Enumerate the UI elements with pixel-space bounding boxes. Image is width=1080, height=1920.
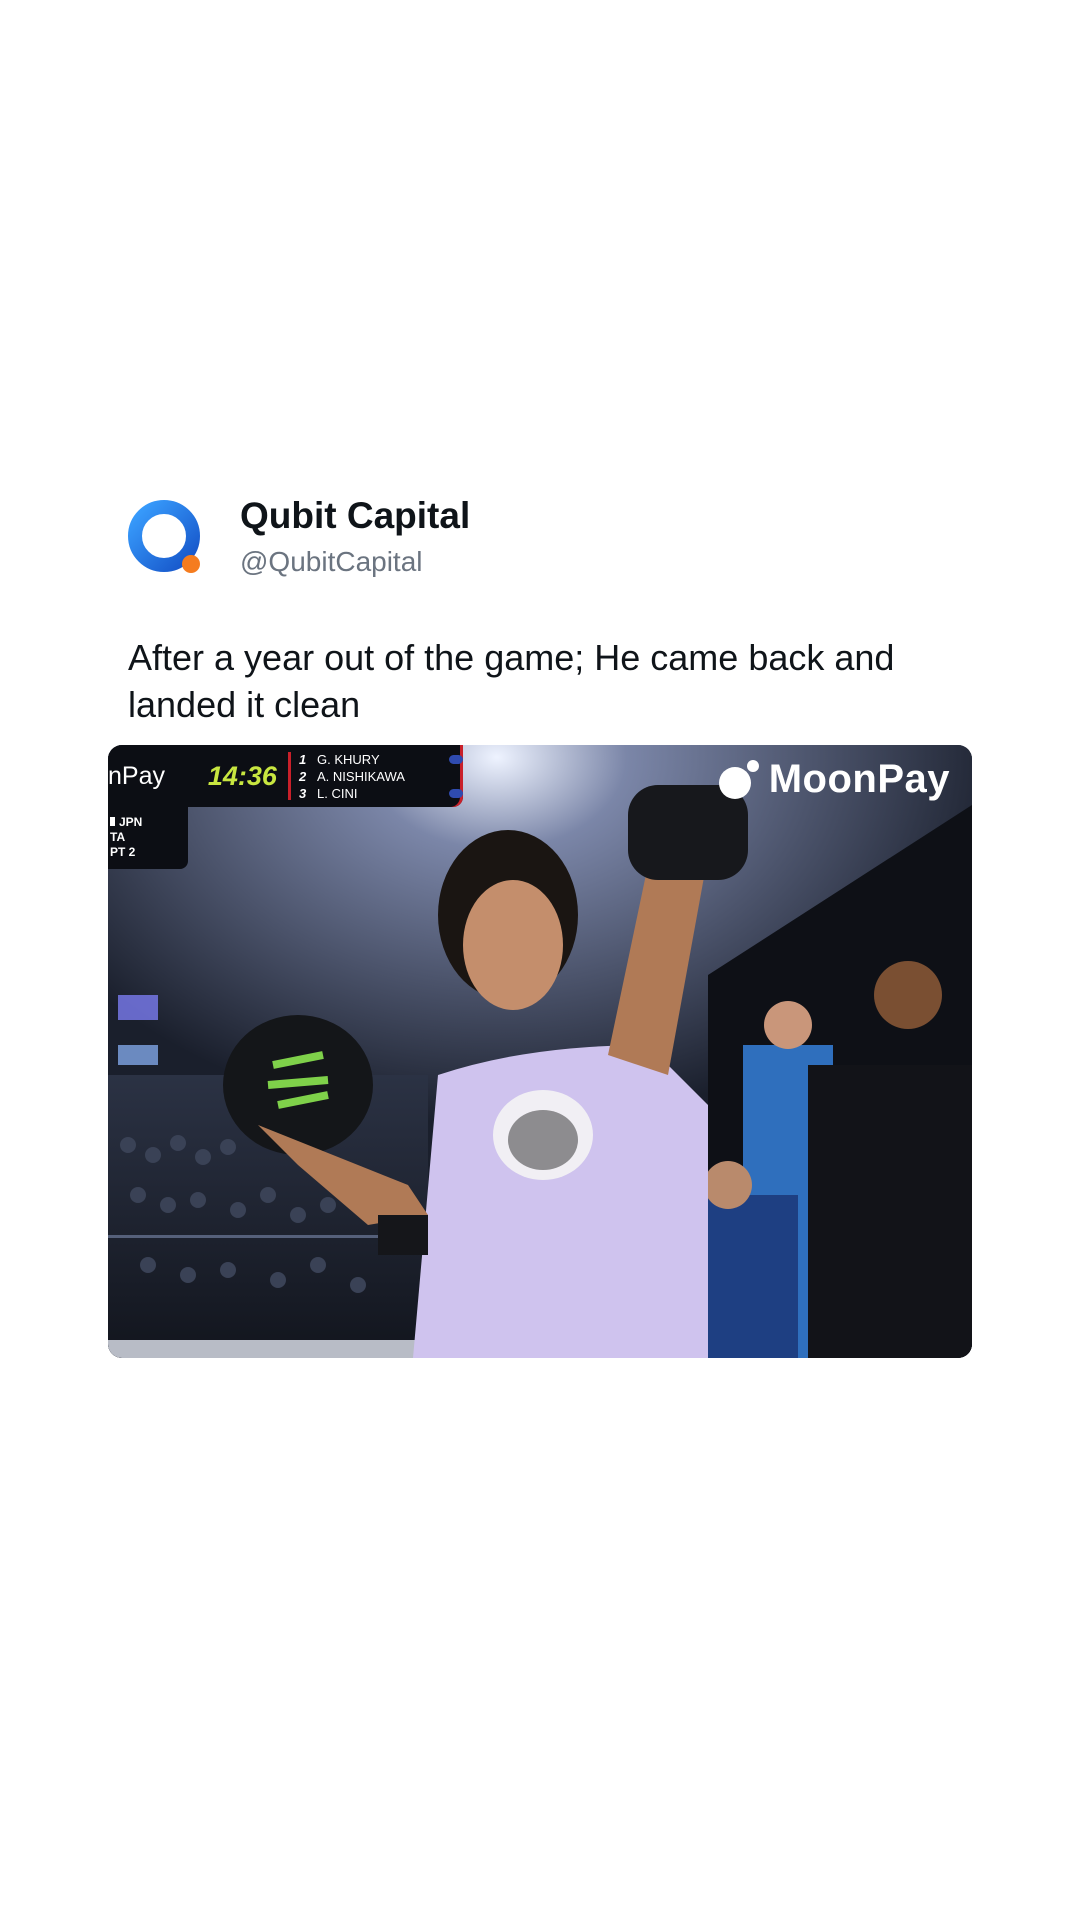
- author-display-name[interactable]: Qubit Capital: [240, 494, 470, 538]
- subpanel-line: TA: [110, 830, 126, 844]
- standing-row: 1 G. KHURY: [299, 751, 464, 768]
- standing-name: L. CINI: [317, 785, 358, 801]
- moonpay-brand: MoonPay: [717, 757, 950, 802]
- moonpay-logo-icon: [717, 759, 759, 801]
- scoreboard-clock: 14:36: [207, 760, 277, 791]
- post-page: Qubit Capital @QubitCapital After a year…: [0, 0, 1080, 1920]
- subpanel-line: JPN: [108, 815, 188, 830]
- scoreboard: nPay 14:36 1 G. KHURY 2 A. NISHIKAWA 3 L…: [108, 745, 464, 807]
- subpanel-line: PT 2: [110, 845, 136, 859]
- standing-row: 2 A. NISHIKAWA: [299, 768, 463, 785]
- scoreboard-sponsor: nPay: [108, 761, 165, 790]
- standing-name: A. NISHIKAWA: [317, 768, 405, 784]
- moonpay-wordmark: MoonPay: [768, 757, 950, 801]
- qubit-logo-icon: [128, 500, 200, 573]
- post-media-image[interactable]: nPay 14:36 1 G. KHURY 2 A. NISHIKAWA 3 L…: [108, 745, 972, 1358]
- author-handle[interactable]: @QubitCapital: [240, 542, 470, 582]
- standing-rank: 2: [299, 768, 307, 784]
- standing-rank: 1: [299, 751, 307, 767]
- standing-row: 3 L. CINI: [299, 785, 464, 802]
- standing-flag-icon: [449, 788, 464, 798]
- scoreboard-subpanel: JPN TA PT 2: [108, 807, 188, 869]
- standing-flag-icon: [449, 754, 464, 764]
- flag-mark-icon: [110, 817, 115, 826]
- post-text: After a year out of the game; He came ba…: [128, 637, 895, 725]
- skater-holding-helmet-photo: [108, 745, 972, 1358]
- scoreboard-standings: 1 G. KHURY 2 A. NISHIKAWA 3 L. CINI: [299, 751, 464, 802]
- standing-flag-icon: [449, 772, 463, 781]
- author-names: Qubit Capital @QubitCapital: [240, 494, 470, 582]
- scoreboard-divider: [288, 752, 292, 800]
- standing-name: G. KHURY: [317, 751, 380, 767]
- post-header: Qubit Capital @QubitCapital: [128, 490, 470, 586]
- subpanel-country: JPN: [119, 815, 143, 829]
- avatar[interactable]: [128, 500, 204, 576]
- standing-rank: 3: [299, 785, 307, 801]
